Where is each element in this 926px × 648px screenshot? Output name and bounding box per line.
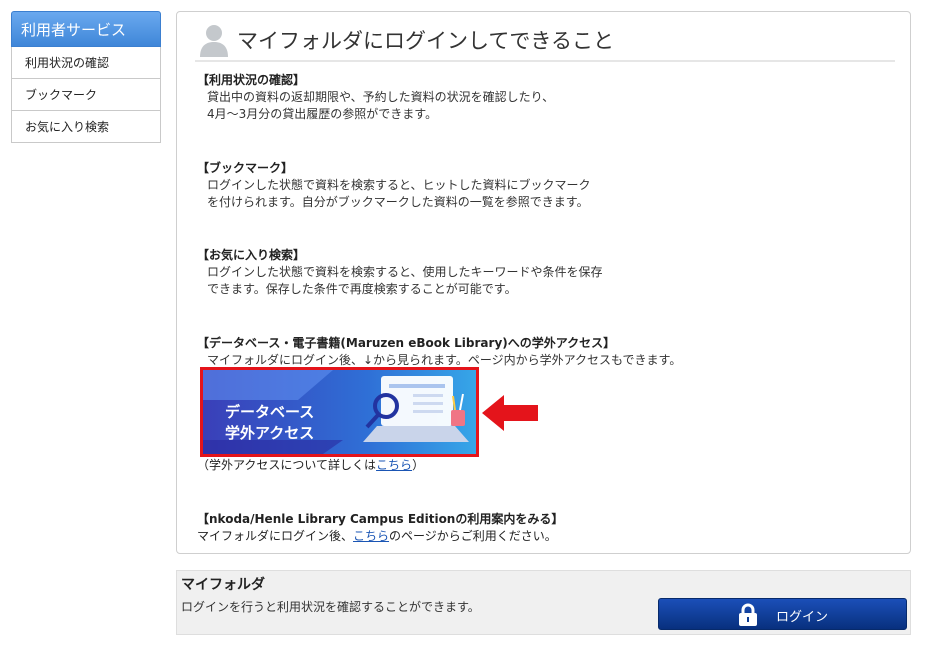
section-favorite-search: 【お気に入り検索】 ログインした状態で資料を検索すると、使用したキーワードや条件… xyxy=(197,247,603,298)
main-panel: マイフォルダにログインしてできること 【利用状況の確認】 貸出中の資料の返却期限… xyxy=(176,11,911,554)
nkoda-prefix: マイフォルダにログイン後、 xyxy=(197,529,354,543)
note-suffix: ） xyxy=(412,458,425,472)
nkoda-guide-link[interactable]: こちら xyxy=(353,529,389,543)
remote-access-banner[interactable]: データベース 学外アクセス xyxy=(200,367,479,457)
section-text: 貸出中の資料の返却期限や、予約した資料の状況を確認したり、 xyxy=(207,90,555,104)
sidebar-item-usage-status[interactable]: 利用状況の確認 xyxy=(11,47,161,79)
sidebar: 利用者サービス 利用状況の確認 ブックマーク お気に入り検索 xyxy=(11,11,161,143)
section-text: ログインした状態で資料を検索すると、ヒットした資料にブックマーク xyxy=(207,178,591,192)
section-text: マイフォルダにログイン後、こちらのページからご利用ください。 xyxy=(197,528,563,545)
section-text: を付けられます。自分がブックマークした資料の一覧を参照できます。 xyxy=(207,195,589,209)
banner-line: データベース xyxy=(225,403,315,421)
lock-icon xyxy=(739,603,757,626)
section-text: ログインした状態で資料を検索すると、使用したキーワードや条件を保存 xyxy=(207,265,603,279)
note-prefix: （学外アクセスについて詳しくは xyxy=(197,458,377,472)
section-nkoda: 【nkoda/Henle Library Campus Editionの利用案内… xyxy=(197,511,563,545)
page-title-bar: マイフォルダにログインしてできること xyxy=(195,19,895,61)
section-bookmark: 【ブックマーク】 ログインした状態で資料を検索すると、ヒットした資料にブックマー… xyxy=(197,160,591,211)
login-description: ログインを行うと利用状況を確認することができます。 xyxy=(181,600,480,614)
section-heading: 【データベース・電子書籍(Maruzen eBook Library)への学外ア… xyxy=(197,336,616,350)
remote-access-details-link[interactable]: こちら xyxy=(376,458,412,472)
user-icon xyxy=(200,25,228,57)
section-usage-status: 【利用状況の確認】 貸出中の資料の返却期限や、予約した資料の状況を確認したり、 … xyxy=(197,72,554,123)
sidebar-item-bookmark[interactable]: ブックマーク xyxy=(11,79,161,111)
section-remote-access: 【データベース・電子書籍(Maruzen eBook Library)への学外ア… xyxy=(197,335,681,369)
nkoda-suffix: のページからご利用ください。 xyxy=(389,529,557,543)
sidebar-item-favorite-search[interactable]: お気に入り検索 xyxy=(11,111,161,143)
section-text: できます。保存した条件で再度検索することが可能です。 xyxy=(207,282,517,296)
login-box: マイフォルダ ログインを行うと利用状況を確認することができます。 ログイン xyxy=(176,570,911,635)
banner-line: 学外アクセス xyxy=(225,424,315,442)
section-text: 4月～3月分の貸出履歴の参照ができます。 xyxy=(207,107,438,121)
login-title: マイフォルダ xyxy=(181,577,265,593)
left-arrow-icon xyxy=(482,395,538,431)
section-heading: 【お気に入り検索】 xyxy=(197,248,306,262)
title-divider xyxy=(195,60,895,62)
section-heading: 【nkoda/Henle Library Campus Editionの利用案内… xyxy=(197,512,564,526)
sidebar-header: 利用者サービス xyxy=(11,11,161,47)
login-button-label: ログイン xyxy=(776,610,829,625)
remote-access-note: （学外アクセスについて詳しくはこちら） xyxy=(197,457,424,474)
banner-text: データベース 学外アクセス xyxy=(225,402,314,444)
section-heading: 【ブックマーク】 xyxy=(197,161,294,175)
page-title: マイフォルダにログインしてできること xyxy=(237,29,614,53)
login-button[interactable]: ログイン xyxy=(658,598,907,630)
section-heading: 【利用状況の確認】 xyxy=(197,73,306,87)
